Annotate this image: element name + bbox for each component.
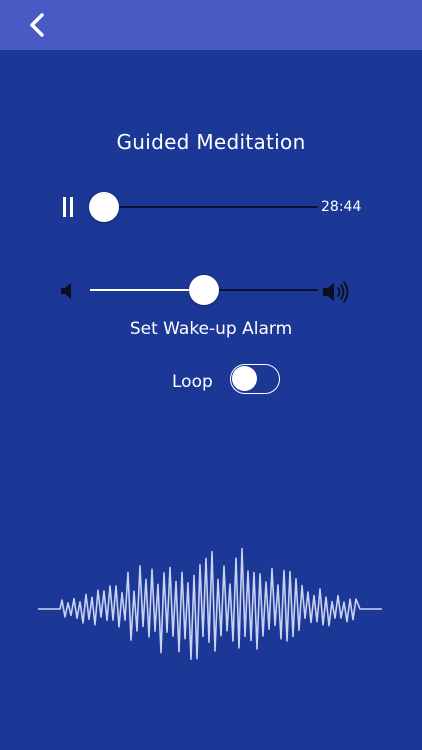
pause-icon	[70, 197, 73, 217]
pause-icon	[63, 197, 66, 217]
loop-toggle[interactable]	[230, 364, 280, 394]
progress-thumb[interactable]	[88, 192, 119, 222]
time-remaining: 28:44	[321, 199, 362, 215]
progress-track[interactable]	[90, 206, 318, 208]
loop-toggle-knob	[232, 366, 257, 391]
set-wake-up-alarm-button[interactable]: Set Wake-up Alarm	[0, 319, 422, 339]
waveform-graphic	[38, 547, 382, 660]
page-title: Guided Meditation	[116, 130, 306, 154]
pause-button[interactable]	[60, 193, 78, 221]
chevron-left-icon	[30, 13, 44, 37]
back-button[interactable]	[20, 8, 54, 42]
volume-fill	[90, 289, 204, 291]
speaker-high-icon	[322, 281, 352, 307]
top-bar	[0, 0, 422, 50]
loop-label: Loop	[172, 372, 213, 392]
volume-thumb[interactable]	[189, 275, 219, 305]
speaker-low-icon	[60, 282, 76, 304]
